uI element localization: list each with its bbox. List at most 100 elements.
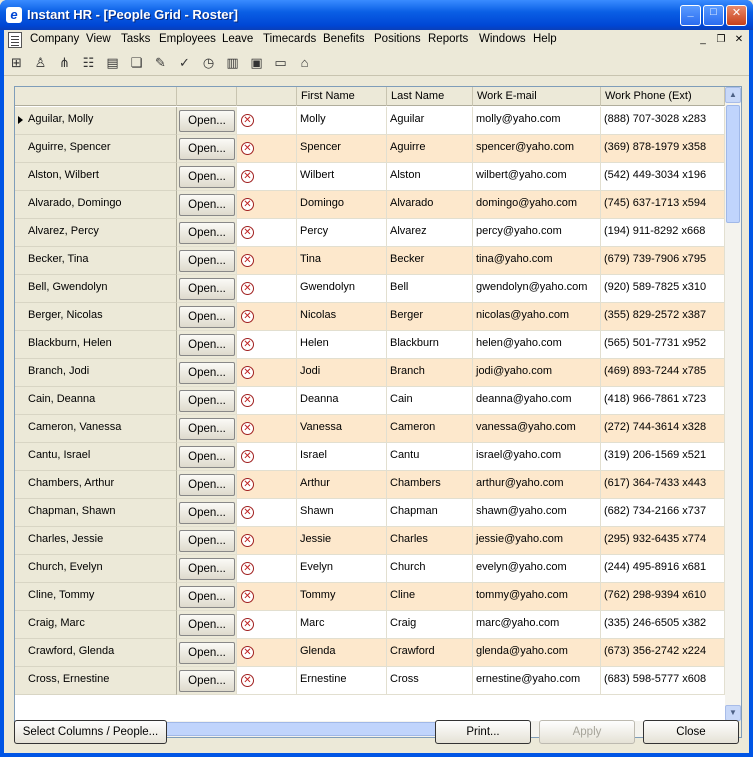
email-cell[interactable]: nicolas@yaho.com: [473, 303, 601, 331]
phone-cell[interactable]: (272) 744-3614 x328: [601, 415, 725, 443]
last-name-cell[interactable]: Cantu: [387, 443, 473, 471]
document-icon[interactable]: [8, 32, 22, 48]
document-icon[interactable]: ▥: [224, 54, 241, 71]
phone-cell[interactable]: (355) 829-2572 x387: [601, 303, 725, 331]
row-name-cell[interactable]: Chapman, Shawn: [15, 499, 177, 527]
maximize-button[interactable]: □: [703, 5, 724, 26]
menu-reports[interactable]: Reports: [428, 33, 468, 45]
scroll-down-icon[interactable]: ▼: [725, 705, 741, 721]
header-first-name[interactable]: First Name: [297, 87, 387, 106]
email-cell[interactable]: israel@yaho.com: [473, 443, 601, 471]
row-name-cell[interactable]: Church, Evelyn: [15, 555, 177, 583]
last-name-cell[interactable]: Crawford: [387, 639, 473, 667]
email-cell[interactable]: jodi@yaho.com: [473, 359, 601, 387]
table-row[interactable]: Cameron, Vanessa Open... ✕ Vanessa Cameron va…: [15, 415, 725, 443]
vertical-scroll-thumb[interactable]: [726, 105, 740, 223]
first-name-cell[interactable]: Shawn: [297, 499, 387, 527]
first-name-cell[interactable]: Wilbert: [297, 163, 387, 191]
row-name-cell[interactable]: Alvarado, Domingo: [15, 191, 177, 219]
apply-button[interactable]: Apply: [539, 720, 635, 744]
header-open[interactable]: [177, 87, 237, 106]
mdi-close-button[interactable]: ✕: [732, 33, 746, 47]
first-name-cell[interactable]: Glenda: [297, 639, 387, 667]
table-row[interactable]: Becker, Tina Open... ✕ Tina Becker tina@yaho.…: [15, 247, 725, 275]
delete-icon[interactable]: ✕: [241, 618, 254, 631]
header-name[interactable]: [15, 87, 177, 106]
delete-icon[interactable]: ✕: [241, 198, 254, 211]
row-name-cell[interactable]: Alvarez, Percy: [15, 219, 177, 247]
email-cell[interactable]: tommy@yaho.com: [473, 583, 601, 611]
first-name-cell[interactable]: Domingo: [297, 191, 387, 219]
open-button[interactable]: Open...: [179, 418, 235, 440]
table-row[interactable]: Cain, Deanna Open... ✕ Deanna Cain deanna@yah…: [15, 387, 725, 415]
minimize-button[interactable]: _: [680, 5, 701, 26]
open-button[interactable]: Open...: [179, 558, 235, 580]
table-row[interactable]: Alvarez, Percy Open... ✕ Percy Alvarez percy@…: [15, 219, 725, 247]
phone-cell[interactable]: (369) 878-1979 x358: [601, 135, 725, 163]
phone-cell[interactable]: (565) 501-7731 x952: [601, 331, 725, 359]
last-name-cell[interactable]: Alston: [387, 163, 473, 191]
last-name-cell[interactable]: Branch: [387, 359, 473, 387]
email-cell[interactable]: arthur@yaho.com: [473, 471, 601, 499]
delete-icon[interactable]: ✕: [241, 338, 254, 351]
last-name-cell[interactable]: Aguirre: [387, 135, 473, 163]
open-button[interactable]: Open...: [179, 334, 235, 356]
table-row[interactable]: Charles, Jessie Open... ✕ Jessie Charles jess…: [15, 527, 725, 555]
first-name-cell[interactable]: Israel: [297, 443, 387, 471]
vertical-scrollbar[interactable]: ▲ ▼: [725, 87, 741, 721]
org-chart-icon[interactable]: ⊞: [8, 54, 25, 71]
first-name-cell[interactable]: Ernestine: [297, 667, 387, 695]
first-name-cell[interactable]: Nicolas: [297, 303, 387, 331]
tag-icon[interactable]: ⌂: [296, 54, 313, 71]
first-name-cell[interactable]: Evelyn: [297, 555, 387, 583]
email-cell[interactable]: gwendolyn@yaho.com: [473, 275, 601, 303]
header-last-name[interactable]: Last Name: [387, 87, 473, 106]
last-name-cell[interactable]: Chapman: [387, 499, 473, 527]
row-name-cell[interactable]: Alston, Wilbert: [15, 163, 177, 191]
email-cell[interactable]: spencer@yaho.com: [473, 135, 601, 163]
phone-cell[interactable]: (617) 364-7433 x443: [601, 471, 725, 499]
first-name-cell[interactable]: Arthur: [297, 471, 387, 499]
table-row[interactable]: Cline, Tommy Open... ✕ Tommy Cline tommy@yaho…: [15, 583, 725, 611]
scroll-up-icon[interactable]: ▲: [725, 87, 741, 103]
open-button[interactable]: Open...: [179, 670, 235, 692]
leave-icon[interactable]: ✎: [152, 54, 169, 71]
delete-icon[interactable]: ✕: [241, 674, 254, 687]
table-row[interactable]: Chambers, Arthur Open... ✕ Arthur Chambers ar…: [15, 471, 725, 499]
phone-cell[interactable]: (335) 246-6505 x382: [601, 611, 725, 639]
email-cell[interactable]: evelyn@yaho.com: [473, 555, 601, 583]
email-cell[interactable]: tina@yaho.com: [473, 247, 601, 275]
delete-icon[interactable]: ✕: [241, 282, 254, 295]
close-button[interactable]: Close: [643, 720, 739, 744]
last-name-cell[interactable]: Craig: [387, 611, 473, 639]
open-button[interactable]: Open...: [179, 474, 235, 496]
last-name-cell[interactable]: Aguilar: [387, 107, 473, 135]
menu-company[interactable]: Company: [30, 33, 79, 45]
phone-cell[interactable]: (542) 449-3034 x196: [601, 163, 725, 191]
phone-cell[interactable]: (194) 911-8292 x668: [601, 219, 725, 247]
last-name-cell[interactable]: Church: [387, 555, 473, 583]
last-name-cell[interactable]: Alvarado: [387, 191, 473, 219]
table-row[interactable]: Cantu, Israel Open... ✕ Israel Cantu israel@y…: [15, 443, 725, 471]
table-row[interactable]: Craig, Marc Open... ✕ Marc Craig marc@yaho.co…: [15, 611, 725, 639]
first-name-cell[interactable]: Tommy: [297, 583, 387, 611]
first-name-cell[interactable]: Deanna: [297, 387, 387, 415]
first-name-cell[interactable]: Percy: [297, 219, 387, 247]
open-button[interactable]: Open...: [179, 530, 235, 552]
menu-view[interactable]: View: [86, 33, 111, 45]
open-button[interactable]: Open...: [179, 614, 235, 636]
open-button[interactable]: Open...: [179, 642, 235, 664]
delete-icon[interactable]: ✕: [241, 478, 254, 491]
menu-windows[interactable]: Windows: [479, 33, 526, 45]
delete-icon[interactable]: ✕: [241, 506, 254, 519]
print-button[interactable]: Print...: [435, 720, 531, 744]
checklist-icon[interactable]: ✓: [176, 54, 193, 71]
new-folder-icon[interactable]: ▣: [248, 54, 265, 71]
delete-icon[interactable]: ✕: [241, 366, 254, 379]
phone-cell[interactable]: (682) 734-2166 x737: [601, 499, 725, 527]
table-row[interactable]: Berger, Nicolas Open... ✕ Nicolas Berger nico…: [15, 303, 725, 331]
row-name-cell[interactable]: Charles, Jessie: [15, 527, 177, 555]
delete-icon[interactable]: ✕: [241, 254, 254, 267]
menu-tasks[interactable]: Tasks: [121, 33, 150, 45]
delete-icon[interactable]: ✕: [241, 590, 254, 603]
